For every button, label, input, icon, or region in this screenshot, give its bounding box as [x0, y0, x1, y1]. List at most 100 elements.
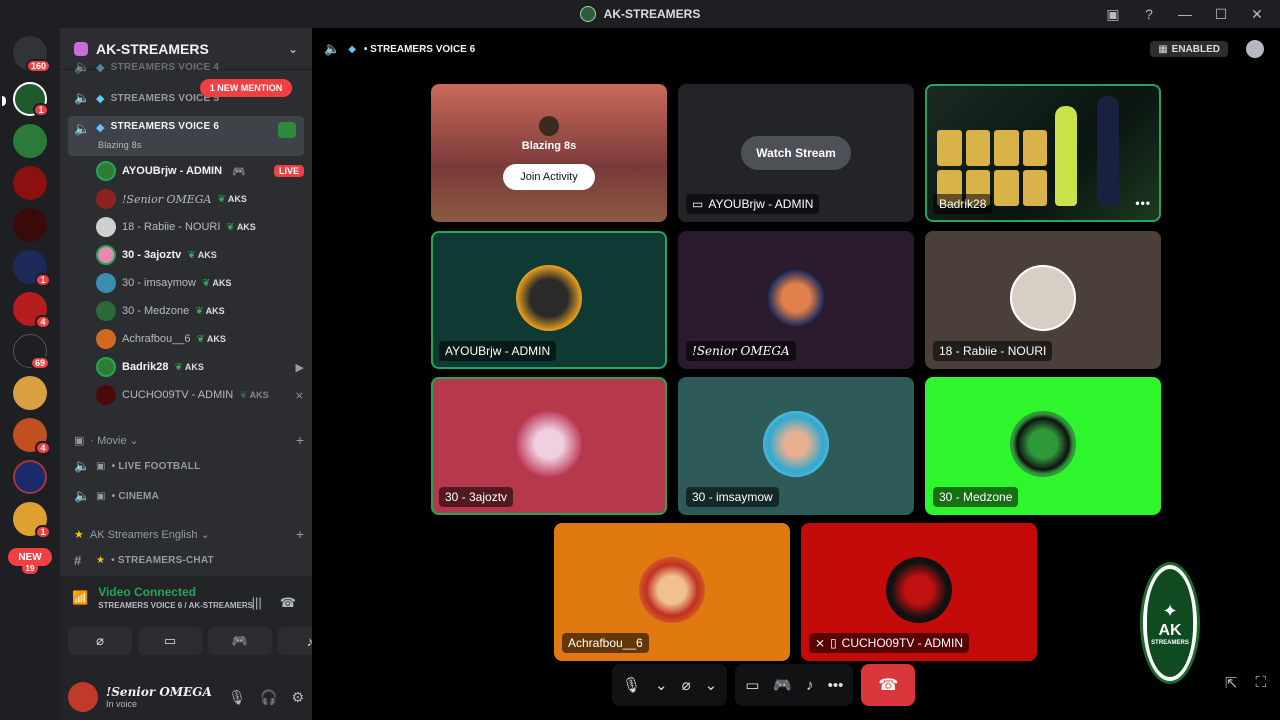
signal-icon: 📶: [72, 589, 89, 605]
more-options-icon[interactable]: •••: [828, 677, 844, 694]
help-icon[interactable]: ?: [1140, 5, 1158, 23]
camera-off-icon[interactable]: ⌀: [682, 676, 691, 694]
server-icon-11[interactable]: 1: [13, 502, 51, 539]
voice-user[interactable]: 30 - Medzone ❦ AKS: [96, 298, 304, 324]
watermark-subtext: STREAMERS: [1151, 639, 1189, 646]
voice-user[interactable]: !Senior OMEGA ❦ AKS: [96, 186, 304, 212]
server-ak-streamers[interactable]: 1: [2, 82, 49, 117]
server-icon-7[interactable]: 69: [13, 334, 50, 370]
tile-medzone[interactable]: 30 - Medzone: [925, 377, 1161, 515]
avatar: [96, 385, 116, 405]
diamond-icon: ◆: [96, 61, 105, 74]
speaker-icon: 🔈: [74, 121, 91, 136]
server-icon-4[interactable]: [13, 208, 47, 242]
phone-icon: ▯: [830, 636, 837, 650]
new-mention-pill[interactable]: 1 NEW MENTION: [200, 79, 292, 97]
noise-suppression-icon[interactable]: |||: [252, 595, 262, 611]
media-controls: 🎙 ⌄ ⌀ ⌄: [612, 664, 728, 706]
server-icon-8[interactable]: [13, 376, 47, 410]
disconnect-icon[interactable]: ☎: [280, 595, 296, 611]
enabled-badge[interactable]: ▦ ENABLED: [1150, 41, 1228, 57]
tile-badrik-stream[interactable]: Badrik28 •••: [925, 84, 1161, 222]
tile-name: 18 - Rabiie - NOURI: [939, 344, 1047, 358]
hangup-button[interactable]: ☎: [861, 664, 916, 706]
chat-icon[interactable]: [1246, 40, 1264, 58]
voice-channel-cinema[interactable]: 🔈 ▣ • CINEMA: [68, 482, 304, 510]
voice-user[interactable]: 30 - imsaymow ❦ AKS: [96, 270, 304, 296]
voice-channel-6[interactable]: 🔈 ◆ STREAMERS VOICE 6 Blazing 8s: [68, 116, 304, 156]
camera-options-chevron-icon[interactable]: ⌄: [705, 676, 718, 694]
tile-name: AYOUBrjw - ADMIN: [708, 197, 814, 211]
voice-user[interactable]: AYOUBrjw - ADMIN 🎮 LIVE: [96, 158, 304, 184]
tile-activity[interactable]: Blazing 8s Join Activity: [431, 84, 667, 222]
more-options-icon[interactable]: •••: [1135, 196, 1151, 210]
fullscreen-icon[interactable]: ⛶: [1255, 674, 1266, 692]
tag-text: AKS: [205, 306, 225, 316]
tile-cucho[interactable]: ⨯ ▯ CUCHO09TV - ADMIN: [801, 523, 1037, 661]
speaker-icon: 🔈: [324, 41, 341, 56]
gamepad-icon[interactable]: 🎮: [773, 676, 792, 694]
tile-omega[interactable]: !Senior OMEGA: [678, 231, 914, 369]
voice-status-title[interactable]: Video Connected: [98, 585, 253, 599]
microphone-icon[interactable]: 🎙: [228, 689, 246, 706]
tile-rabiie[interactable]: 18 - Rabiie - NOURI: [925, 231, 1161, 369]
user-name: AYOUBrjw - ADMIN: [122, 165, 223, 177]
tile-3ajoz[interactable]: 30 - 3ajoztv: [431, 377, 667, 515]
tile-name: 30 - 3ajoztv: [445, 490, 508, 504]
tile-ayoub[interactable]: AYOUBrjw - ADMIN: [431, 231, 667, 369]
tile-achraf[interactable]: Achrafbou__6: [554, 523, 790, 661]
close-icon[interactable]: ✕: [1248, 5, 1266, 23]
inbox-icon[interactable]: ▣: [1104, 5, 1122, 23]
avatar: [96, 357, 116, 377]
tile-label: AYOUBrjw - ADMIN: [439, 341, 557, 361]
category-movie[interactable]: ▣ · Movie ⌄ +: [74, 430, 304, 450]
screenshare-icon[interactable]: ▭: [745, 676, 759, 694]
voice-user[interactable]: 30 - 3ajoztv ❦ AKS: [96, 242, 304, 268]
server-icon-6[interactable]: 4: [13, 292, 51, 329]
activity-title: Blazing 8s: [521, 140, 577, 152]
voice-user[interactable]: Badrik28 ❦ AKS ▶: [96, 354, 304, 380]
channel-name: CINEMA: [118, 490, 159, 502]
avatar[interactable]: [68, 682, 98, 712]
watch-stream-button[interactable]: Watch Stream: [741, 136, 851, 170]
popout-icon[interactable]: ⇱: [1225, 674, 1238, 692]
settings-gear-icon[interactable]: ⚙: [291, 689, 304, 706]
enabled-label: ENABLED: [1171, 43, 1220, 55]
voice-user[interactable]: 18 - Rabiie - NOURI ❦ AKS: [96, 214, 304, 240]
server-icon-2[interactable]: [13, 124, 47, 158]
category-english[interactable]: ★ AK Streamers English ⌄ +: [74, 524, 304, 544]
add-channel-icon[interactable]: +: [296, 526, 304, 542]
server-icon-9[interactable]: 4: [13, 418, 51, 455]
text-channel-streamers-chat[interactable]: # ★ • STREAMERS-CHAT: [68, 546, 304, 574]
minimize-icon[interactable]: —: [1176, 5, 1194, 23]
voice-status-subtitle[interactable]: STREAMERS VOICE 6 / AK-STREAMERS: [98, 601, 253, 610]
tile-imsay[interactable]: 30 - imsaymow: [678, 377, 914, 515]
activity-button[interactable]: 🎮: [208, 627, 272, 655]
camera-button[interactable]: ⌀: [68, 627, 132, 655]
microphone-icon[interactable]: 🎙: [622, 676, 641, 694]
server-icon-10[interactable]: [13, 460, 47, 494]
mic-options-chevron-icon[interactable]: ⌄: [655, 676, 668, 694]
headphones-icon[interactable]: 🎧: [260, 689, 277, 706]
soundboard-icon[interactable]: ♪: [806, 677, 814, 694]
server-icon-3[interactable]: [13, 166, 47, 200]
screenshare-button[interactable]: ▭: [138, 627, 202, 655]
avatar: [96, 301, 116, 321]
maximize-icon[interactable]: ☐: [1212, 5, 1230, 23]
star-icon: ★: [96, 554, 106, 566]
user-name: !Senior OMEGA: [122, 192, 212, 206]
user-name: 30 - imsaymow: [122, 277, 196, 289]
join-activity-button[interactable]: Join Activity: [503, 164, 595, 190]
voice-user[interactable]: Achrafbou__6 ❦ AKS: [96, 326, 304, 352]
tag-text: AKS: [249, 390, 269, 400]
tile-stream[interactable]: Watch Stream ▭ AYOUBrjw - ADMIN: [678, 84, 914, 222]
server-rail: 160 1 1 4 69 4 1 NEW 19: [0, 28, 60, 720]
screen-icon: ▭: [692, 197, 704, 211]
voice-channel-live-football[interactable]: 🔈 ▣ • LIVE FOOTBALL: [68, 452, 304, 480]
tile-name: CUCHO09TV - ADMIN: [841, 636, 964, 650]
add-channel-icon[interactable]: +: [296, 432, 304, 448]
voice-channel-4[interactable]: 🔈 ◆ STREAMERS VOICE 4: [68, 58, 304, 76]
home-button[interactable]: 160: [13, 36, 51, 73]
voice-user[interactable]: CUCHO09TV - ADMIN ❦ AKS ⨯: [96, 382, 304, 408]
server-icon-5[interactable]: 1: [13, 250, 51, 287]
